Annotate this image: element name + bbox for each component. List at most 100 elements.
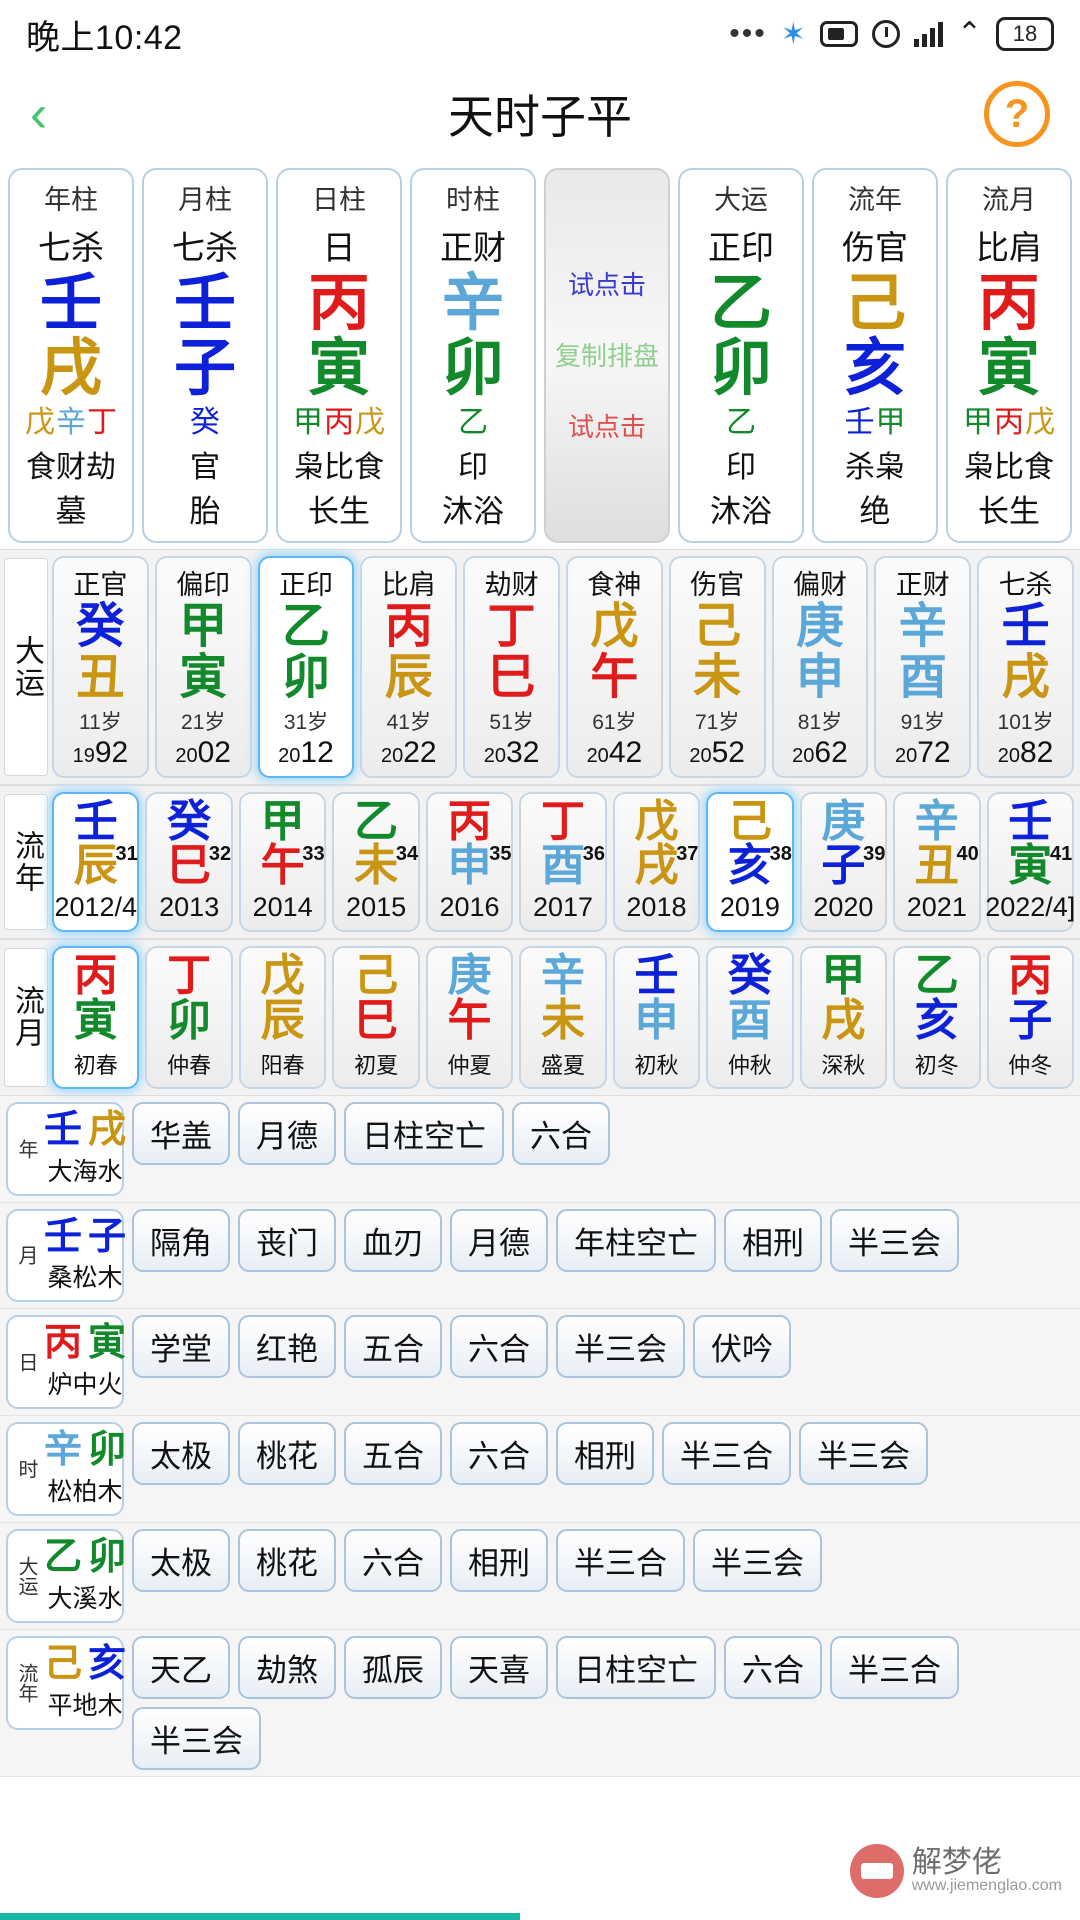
shensha-tag[interactable]: 六合 [344, 1528, 442, 1592]
liuyue-cell[interactable]: 甲 戌 深秋 [799, 945, 888, 1089]
shensha-tag[interactable]: 六合 [450, 1315, 548, 1379]
dayun-cell[interactable]: 偏印 甲 寅 21岁 2002 [154, 556, 252, 778]
pillar-heavenly-stem: 丙 [977, 269, 1040, 338]
shensha-tag[interactable]: 丧门 [238, 1208, 336, 1272]
liunian-cell[interactable]: 庚 子 39 2020 [799, 791, 888, 932]
liunian-cell[interactable]: 戊 戌 37 2018 [612, 791, 701, 932]
shensha-tag[interactable]: 半三会 [132, 1706, 261, 1770]
shensha-tag[interactable]: 天乙 [132, 1635, 230, 1699]
shensha-tag[interactable]: 半三会 [799, 1422, 928, 1486]
shensha-tag[interactable]: 劫煞 [238, 1635, 336, 1699]
dayun-cell[interactable]: 劫财 丁 巳 51岁 2032 [463, 556, 560, 778]
dayun-cell[interactable]: 正财 辛 酉 91岁 2072 [874, 556, 972, 778]
shensha-tag[interactable]: 半三合 [830, 1635, 959, 1699]
shensha-tag[interactable]: 半三会 [693, 1528, 822, 1592]
liunian-cell[interactable]: 己 亥 38 2019 [706, 791, 794, 932]
pillar-card-natal-0[interactable]: 年柱 七杀 壬 戌 戊辛丁 食财劫 墓 [8, 168, 134, 544]
liuyue-cell[interactable]: 丁 卯 仲春 [145, 945, 233, 1089]
dayun-cell[interactable]: 正官 癸 丑 11岁 1992 [52, 556, 149, 778]
shensha-tag[interactable]: 日柱空亡 [556, 1635, 716, 1699]
pillar-card-natal-2[interactable]: 日柱 日 丙 寅 甲丙戊 枭比食 长生 [276, 168, 402, 544]
liunian-cell[interactable]: 辛 丑 40 2021 [893, 791, 981, 932]
shensha-tag[interactable]: 半三合 [556, 1528, 685, 1592]
shensha-tag[interactable]: 红艳 [238, 1315, 336, 1379]
shensha-tag[interactable]: 相刑 [450, 1528, 548, 1592]
dayun-cell[interactable]: 伤官 己 未 71岁 2052 [668, 556, 766, 778]
shensha-tag[interactable]: 华盖 [132, 1101, 230, 1165]
shensha-tag[interactable]: 六合 [450, 1422, 548, 1486]
shensha-tag[interactable]: 太极 [132, 1422, 230, 1486]
help-icon[interactable]: ? [984, 81, 1050, 147]
shensha-tag[interactable]: 日柱空亡 [344, 1101, 504, 1165]
liunian-age: 37 [676, 842, 699, 865]
liuyue-branch: 午 [447, 995, 492, 1045]
pillar-card-luck-2[interactable]: 流月 比肩 丙 寅 甲丙戊 枭比食 长生 [946, 168, 1072, 544]
shensha-tag[interactable]: 相刑 [724, 1208, 822, 1272]
shensha-pillar[interactable]: 大运 乙 卯 大溪水 [6, 1528, 126, 1623]
liuyue-cell[interactable]: 丙 子 仲冬 [986, 945, 1074, 1089]
shensha-pillar[interactable]: 时 辛 卯 松柏木 [6, 1422, 126, 1516]
liunian-cell[interactable]: 壬 辰 31 2012/4 [52, 791, 140, 932]
shensha-tag[interactable]: 六合 [512, 1101, 610, 1165]
shensha-tag[interactable]: 五合 [344, 1422, 442, 1486]
shensha-tag[interactable]: 孤辰 [344, 1635, 442, 1699]
liuyue-cell[interactable]: 庚 午 仲夏 [425, 945, 514, 1089]
liuyue-cell[interactable]: 乙 亥 初冬 [893, 945, 981, 1089]
pillar-card-luck-1[interactable]: 流年 伤官 己 亥 壬甲 杀枭 绝 [812, 168, 938, 544]
liunian-cell[interactable]: 丁 酉 36 2017 [519, 791, 607, 932]
shensha-tag[interactable]: 年柱空亡 [556, 1208, 716, 1272]
pillar-card-luck-0[interactable]: 大运 正印 乙 卯 乙 印 沐浴 [678, 168, 804, 544]
shensha-pillar[interactable]: 年 壬 戌 大海水 [6, 1101, 126, 1196]
shensha-pillar[interactable]: 日 丙 寅 炉中火 [6, 1315, 126, 1410]
dayun-branch: 酉 [898, 650, 947, 704]
liunian-stem: 癸 [167, 796, 212, 846]
shensha-tag[interactable]: 天喜 [450, 1635, 548, 1699]
dayun-cell[interactable]: 七杀 壬 戌 101岁 2082 [977, 556, 1074, 778]
liuyue-cell[interactable]: 戊 辰 阳春 [238, 945, 327, 1089]
shensha-tag[interactable]: 隔角 [132, 1208, 230, 1272]
shensha-tag[interactable]: 月德 [238, 1101, 336, 1165]
pillar-card-natal-1[interactable]: 月柱 七杀 壬 子 癸 官 胎 [142, 168, 268, 544]
shensha-tag[interactable]: 桃花 [238, 1528, 336, 1592]
liuyue-cell[interactable]: 癸 酉 仲秋 [706, 945, 794, 1089]
shensha-tag[interactable]: 半三会 [830, 1208, 959, 1272]
shensha-tag[interactable]: 血刃 [344, 1208, 442, 1272]
liunian-cell[interactable]: 癸 巳 32 2013 [145, 791, 233, 932]
dayun-cell[interactable]: 偏财 庚 申 81岁 2062 [771, 556, 869, 778]
shensha-stem: 壬 [44, 1215, 83, 1258]
copy-chart-button[interactable]: 试点击 复制排盘 试点击 [544, 168, 670, 544]
liunian-cell[interactable]: 甲 午 33 2014 [238, 791, 327, 932]
shensha-pillar[interactable]: 流年 己 亥 平地木 [6, 1635, 126, 1730]
shensha-tag[interactable]: 月德 [450, 1208, 548, 1272]
liunian-row: 流年 壬 辰 31 2012/4 癸 巳 32 2013 甲 午 33 2014 乙 … [0, 784, 1080, 939]
shensha-tag-list: 太极 桃花 五合 六合 相刑 半三合 半三会 [132, 1422, 1074, 1486]
liuyue-cell[interactable]: 辛 未 盛夏 [519, 945, 607, 1089]
shensha-tag[interactable]: 桃花 [238, 1422, 336, 1486]
shensha-tag[interactable]: 学堂 [132, 1315, 230, 1379]
dayun-cell[interactable]: 正印 乙 卯 31岁 2012 [257, 556, 355, 778]
liuyue-season: 仲秋 [727, 1052, 772, 1078]
liunian-cell[interactable]: 丙 申 35 2016 [425, 791, 514, 932]
dayun-cell[interactable]: 食神 戊 午 61岁 2042 [565, 556, 663, 778]
liuyue-cell[interactable]: 己 巳 初夏 [332, 945, 420, 1089]
shensha-pillar[interactable]: 月 壬 子 桑松木 [6, 1208, 126, 1303]
shensha-tag[interactable]: 半三会 [556, 1315, 685, 1379]
shensha-tag[interactable]: 相刑 [556, 1422, 654, 1486]
shensha-tag[interactable]: 太极 [132, 1528, 230, 1592]
shensha-tag[interactable]: 五合 [344, 1315, 442, 1379]
shensha-tag[interactable]: 伏吟 [693, 1315, 791, 1379]
pillars-section: 年柱 七杀 壬 戌 戊辛丁 食财劫 墓 月柱 七杀 壬 子 癸 官 胎 日柱 日… [0, 160, 1080, 550]
dayun-ten-god: 偏财 [792, 570, 847, 601]
shensha-tag[interactable]: 六合 [724, 1635, 822, 1699]
scroll-indicator[interactable] [0, 1913, 520, 1920]
shensha-tag[interactable]: 半三合 [662, 1422, 791, 1486]
liunian-cell[interactable]: 乙 未 34 2015 [332, 791, 420, 932]
liuyue-cell[interactable]: 壬 申 初秋 [612, 945, 701, 1089]
shensha-ganzhi: 壬 子 [44, 1215, 126, 1259]
pillar-card-natal-3[interactable]: 时柱 正财 辛 卯 乙 印 沐浴 [410, 168, 536, 544]
liunian-cell[interactable]: 壬 寅 41 2022/4] [985, 791, 1076, 932]
dayun-cell[interactable]: 比肩 丙 辰 41岁 2022 [360, 556, 458, 778]
liunian-year: 2022/4] [985, 891, 1076, 922]
back-icon[interactable]: ‹ [30, 88, 90, 140]
liuyue-cell[interactable]: 丙 寅 初春 [52, 945, 140, 1089]
